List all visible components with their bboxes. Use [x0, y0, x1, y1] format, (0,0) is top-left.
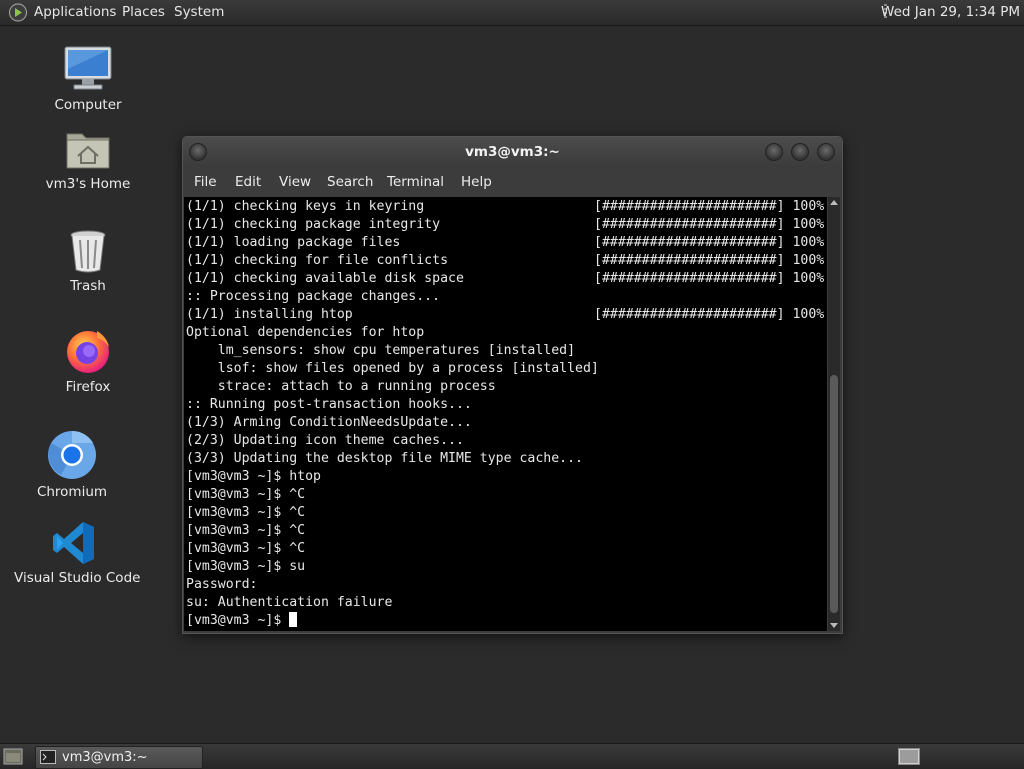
vscode-icon [53, 522, 94, 564]
top-panel: Applications Places System Wed Jan 29, 1… [0, 0, 1024, 26]
terminal-line: Optional dependencies for htop [186, 325, 425, 340]
desktop-icon-label: Firefox [65, 379, 111, 395]
progress-bar-text: [######################] 100% [594, 307, 825, 322]
terminal-line: (1/1) installing htop [186, 307, 353, 322]
terminal-menubar: File Edit View Search Terminal Help [183, 167, 842, 197]
desktop-icon-label: Chromium [36, 484, 108, 500]
applications-logo-icon[interactable] [8, 3, 28, 22]
desktop-icon-trash[interactable]: Trash [48, 228, 128, 294]
terminal-line: [vm3@vm3 ~]$ ^C [186, 523, 306, 538]
progress-bar-text: [######################] 100% [594, 235, 825, 250]
desktop-icon-label: vm3's Home [45, 176, 131, 192]
applications-menu[interactable]: Applications [34, 0, 116, 25]
progress-bar-text: [######################] 100% [594, 217, 825, 232]
terminal-prompt-line[interactable]: [vm3@vm3 ~]$ [186, 612, 298, 630]
terminal-line: [vm3@vm3 ~]$ ^C [186, 505, 306, 520]
window-title: vm3@vm3:~ [465, 144, 560, 160]
terminal-line: (3/3) Updating the desktop file MIME typ… [186, 451, 583, 466]
terminal-line: [vm3@vm3 ~]$ ^C [186, 487, 306, 502]
desktop-icon-home[interactable]: vm3's Home [44, 128, 132, 192]
desktop-icon-label: Computer [54, 97, 122, 113]
taskbar-button-label: vm3@vm3:~ [62, 750, 148, 765]
minimize-button[interactable] [765, 143, 783, 161]
taskbar-terminal-button[interactable]: vm3@vm3:~ [35, 746, 203, 769]
system-menu[interactable]: System [174, 0, 224, 25]
terminal-line: [vm3@vm3 ~]$ su [186, 559, 306, 574]
terminal-window[interactable]: vm3@vm3:~ File Edit View Search Terminal… [182, 136, 843, 634]
places-menu[interactable]: Places [122, 0, 165, 25]
terminal-line: strace: attach to a running process [186, 379, 496, 394]
menu-terminal[interactable]: Terminal [387, 167, 444, 197]
scroll-down-icon[interactable] [830, 623, 838, 628]
terminal-line: lsof: show files opened by a process [in… [186, 361, 599, 376]
terminal-icon [40, 750, 56, 764]
terminal-line: [vm3@vm3 ~]$ htop [186, 469, 321, 484]
terminal-line: (1/3) Arming ConditionNeedsUpdate... [186, 415, 472, 430]
menu-file[interactable]: File [194, 167, 217, 197]
terminal-line: :: Running post-transaction hooks... [186, 397, 472, 412]
prompt-text: [vm3@vm3 ~]$ [186, 613, 290, 628]
firefox-icon [67, 331, 109, 373]
desktop-icon-computer[interactable]: Computer [48, 45, 128, 113]
terminal-line: (1/1) checking keys in keyring [186, 199, 425, 214]
terminal-line: su: Authentication failure [186, 595, 393, 610]
terminal-line: (1/1) checking for file conflicts [186, 253, 449, 268]
terminal-line: lm_sensors: show cpu temperatures [insta… [186, 343, 576, 358]
trash-icon [70, 230, 106, 273]
bottom-panel: vm3@vm3:~ [0, 743, 1024, 769]
terminal-scrollbar[interactable] [828, 197, 840, 631]
clock[interactable]: Wed Jan 29, 1:34 PM [881, 0, 1020, 25]
home-folder-icon [66, 133, 110, 169]
menu-edit[interactable]: Edit [235, 167, 261, 197]
terminal-line: (1/1) checking package integrity [186, 217, 441, 232]
desktop-icon-label: Visual Studio Code [14, 570, 141, 586]
terminal-line: :: Processing package changes... [186, 289, 441, 304]
scroll-thumb[interactable] [830, 375, 838, 613]
terminal-line: (2/3) Updating icon theme caches... [186, 433, 464, 448]
terminal-line: (1/1) loading package files [186, 235, 401, 250]
show-desktop-icon[interactable] [3, 748, 23, 765]
desktop-icon-firefox[interactable]: Firefox [48, 325, 128, 395]
workspace-switcher-icon[interactable] [898, 748, 920, 765]
menu-search[interactable]: Search [327, 167, 373, 197]
computer-icon [64, 46, 112, 90]
progress-bar-text: [######################] 100% [594, 199, 825, 214]
menu-view[interactable]: View [279, 167, 311, 197]
terminal-line: (1/1) checking available disk space [186, 271, 464, 286]
desktop-icon-label: Trash [70, 278, 106, 294]
terminal-line: [vm3@vm3 ~]$ ^C [186, 541, 306, 556]
desktop-icon-vscode[interactable]: Visual Studio Code [14, 520, 141, 586]
chromium-icon [48, 430, 96, 479]
terminal-titlebar[interactable]: vm3@vm3:~ [183, 137, 842, 167]
terminal-output[interactable]: (1/1) checking keys in keyring [#########… [184, 197, 827, 631]
close-button[interactable] [817, 143, 835, 161]
scroll-up-icon[interactable] [830, 200, 838, 205]
maximize-button[interactable] [791, 143, 809, 161]
desktop-icon-chromium[interactable]: Chromium [32, 430, 112, 500]
progress-bar-text: [######################] 100% [594, 253, 825, 268]
menu-help[interactable]: Help [461, 167, 492, 197]
progress-bar-text: [######################] 100% [594, 271, 825, 286]
text-cursor [289, 612, 298, 627]
terminal-line: Password: [186, 577, 258, 592]
